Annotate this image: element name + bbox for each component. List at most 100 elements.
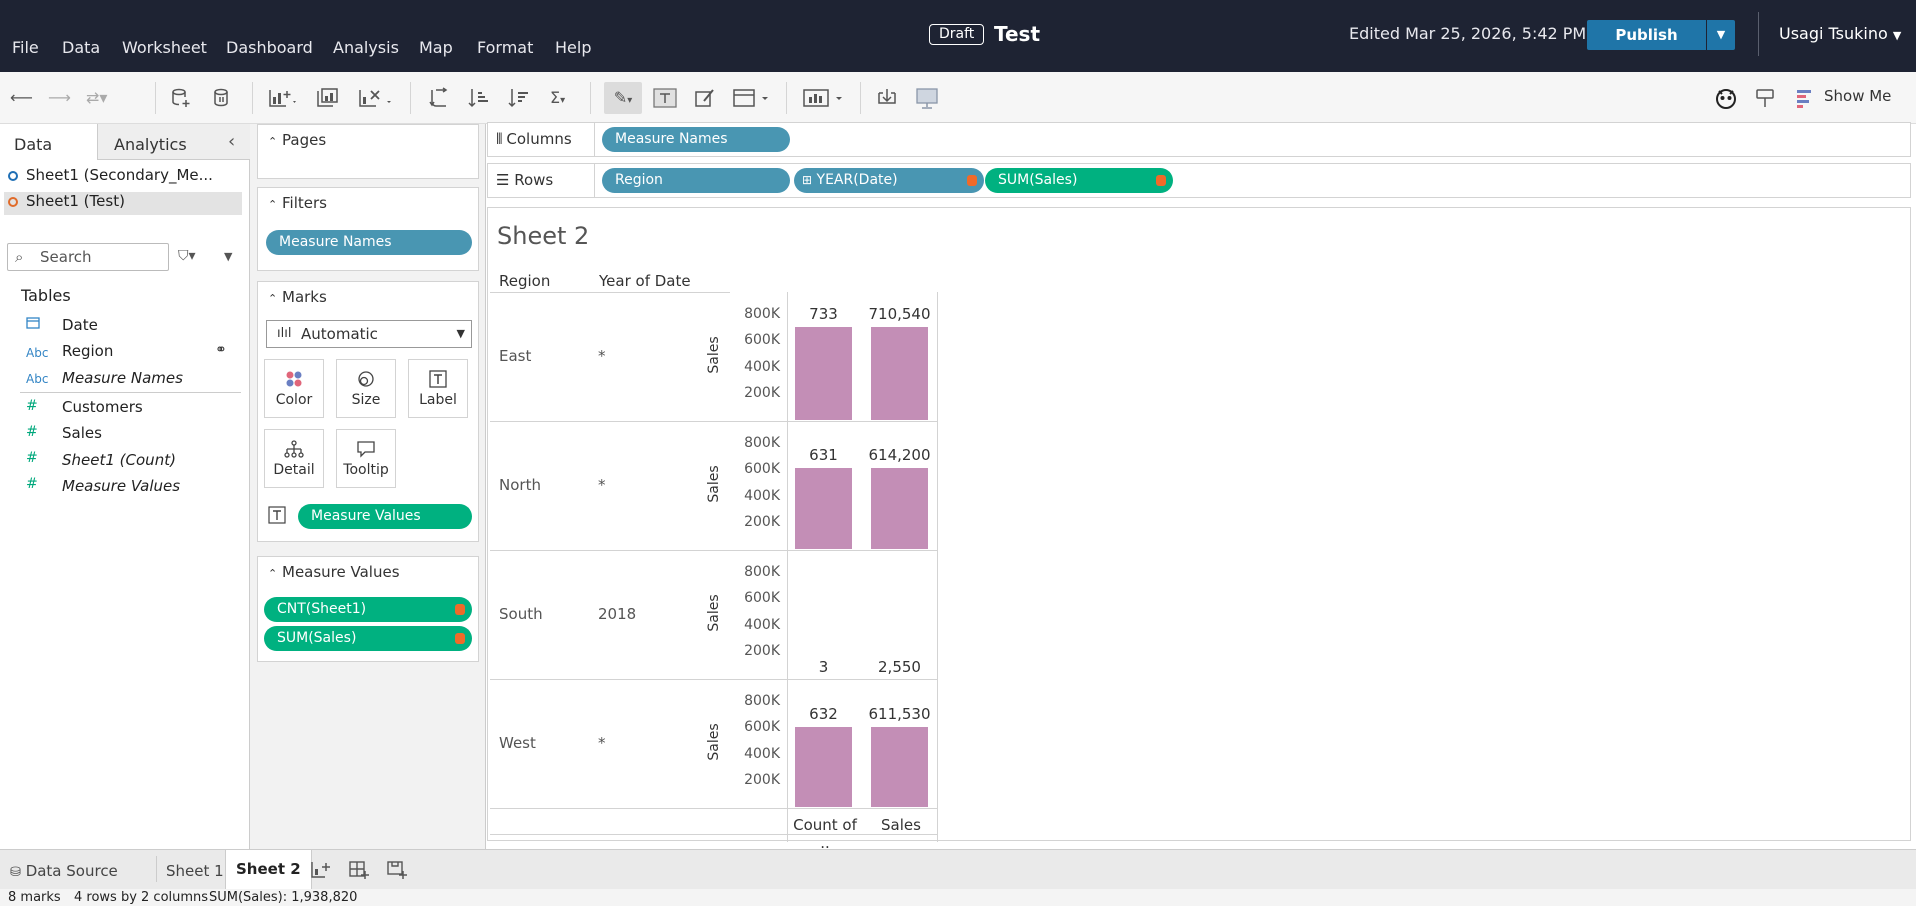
show-cards-icon[interactable] — [802, 87, 848, 109]
new-story-icon[interactable] — [386, 856, 408, 890]
show-me-button[interactable]: Show Me — [1824, 87, 1891, 105]
menu-analysis[interactable]: Analysis — [333, 38, 399, 57]
new-worksheet-icon[interactable] — [310, 856, 332, 890]
divider — [860, 82, 861, 114]
tooltip-button[interactable]: Tooltip — [336, 429, 396, 488]
search-input[interactable]: ⌕ Search — [7, 243, 169, 271]
field-region[interactable]: Region — [62, 342, 113, 360]
tab-analytics[interactable]: Analytics — [114, 130, 187, 160]
redo-icon[interactable]: ⟶ — [48, 87, 71, 109]
header-year-of-date[interactable]: Year of Date — [599, 272, 691, 290]
format-workbook-icon[interactable] — [694, 87, 716, 109]
tab-sheet-1[interactable]: Sheet 1 — [166, 856, 224, 890]
field-date[interactable]: Date — [62, 316, 98, 334]
menu-map[interactable]: Map — [419, 38, 453, 57]
publish-dropdown-button[interactable]: ▼ — [1707, 20, 1735, 50]
replay-icon[interactable]: ⇄▾ — [86, 87, 107, 109]
rows-pill-year-date[interactable]: ⊞ YEAR(Date) — [794, 168, 984, 193]
region-label: West — [499, 733, 536, 752]
region-label: East — [499, 346, 532, 365]
pages-card[interactable]: ⌃ Pages — [257, 124, 479, 179]
rows-pill-sum-sales[interactable]: SUM(Sales) — [985, 168, 1173, 193]
pause-updates-icon[interactable] — [212, 87, 234, 109]
tables-label: Tables — [21, 286, 71, 305]
collapse-icon: ⌃ — [268, 292, 278, 305]
viz-canvas[interactable]: Sheet 2 Region Year of Date East * Sales 80… — [487, 207, 1911, 852]
menu-file[interactable]: File — [12, 38, 39, 57]
mark-type-value: Automatic — [301, 325, 378, 343]
workbook-title[interactable]: Test — [994, 22, 1040, 46]
rows-shelf-label: ☰ Rows — [496, 171, 554, 189]
menu-worksheet[interactable]: Worksheet — [122, 38, 207, 57]
filters-card[interactable]: ⌃ Filters Measure Names — [257, 187, 479, 271]
toolbar: ⟵ ⟶ ⇄▾ Σ▾ ✎▾ Show Me — [0, 72, 1916, 124]
axis-tick: 200K — [744, 642, 780, 659]
menu-dashboard[interactable]: Dashboard — [226, 38, 313, 57]
data-source-test[interactable]: Sheet1 (Test) — [8, 192, 125, 210]
download-icon[interactable] — [876, 87, 898, 109]
show-me-icon[interactable] — [1796, 87, 1814, 109]
field-measure-names[interactable]: Measure Names — [62, 369, 183, 387]
sort-descending-icon[interactable] — [508, 87, 530, 109]
label-button[interactable]: Label — [408, 359, 468, 418]
data-source-tab[interactable]: ⛁ Data Source — [10, 856, 118, 890]
mv-pill-cnt-sheet1[interactable]: CNT(Sheet1) — [264, 597, 472, 622]
rows-shelf[interactable]: ☰ Rows Region ⊞ YEAR(Date) SUM(Sales) — [487, 163, 1911, 198]
status-bar: 8 marks 4 rows by 2 columns SUM(Sales): … — [0, 889, 1916, 906]
status-marks: 8 marks — [8, 890, 61, 905]
totals-icon[interactable]: Σ▾ — [550, 87, 565, 109]
show-mark-labels-icon[interactable] — [652, 87, 678, 109]
menu-help[interactable]: Help — [555, 38, 591, 57]
menu-format[interactable]: Format — [477, 38, 533, 57]
data-source-secondary[interactable]: Sheet1 (Secondary_Me... — [8, 166, 213, 184]
size-button[interactable]: Size — [336, 359, 396, 418]
field-sheet1-count[interactable]: Sheet1 (Count) — [62, 451, 176, 469]
fit-view-icon[interactable] — [732, 87, 772, 109]
columns-shelf[interactable]: ⦀ Columns Measure Names — [487, 122, 1911, 157]
filter-icon[interactable]: ⛉▾ — [178, 248, 196, 264]
bar-mark — [871, 726, 928, 807]
tab-sheet-2[interactable]: Sheet 2 — [225, 850, 312, 890]
sheet-title[interactable]: Sheet 2 — [497, 222, 589, 250]
ask-data-icon[interactable] — [1714, 87, 1738, 109]
field-sales[interactable]: Sales — [62, 424, 102, 442]
region-label: South — [499, 604, 543, 623]
color-button[interactable]: Color — [264, 359, 324, 418]
bar-mark — [795, 468, 852, 549]
undo-icon[interactable]: ⟵ — [10, 87, 33, 109]
new-data-source-icon[interactable] — [170, 87, 192, 109]
field-customers[interactable]: Customers — [62, 398, 143, 416]
sort-ascending-icon[interactable] — [468, 87, 490, 109]
clear-sheet-icon[interactable] — [358, 87, 394, 109]
detail-button[interactable]: Detail — [264, 429, 324, 488]
more-options-icon[interactable]: ▼ — [224, 250, 232, 263]
label-pill-measure-values[interactable]: Measure Values — [298, 504, 472, 529]
filter-pill-measure-names[interactable]: Measure Names — [266, 230, 472, 255]
duplicate-sheet-icon[interactable] — [316, 87, 340, 109]
field-measure-values[interactable]: Measure Values — [62, 477, 180, 495]
new-dashboard-icon[interactable] — [348, 856, 370, 890]
bar-mark — [795, 326, 852, 420]
swap-rows-columns-icon[interactable] — [428, 87, 450, 109]
header-region[interactable]: Region — [499, 272, 550, 290]
presentation-mode-icon[interactable] — [914, 87, 940, 109]
data-label: 710,540 — [868, 304, 931, 323]
marks-card-title: ⌃ Marks — [268, 288, 327, 306]
columns-pill-measure-names[interactable]: Measure Names — [602, 127, 790, 152]
publish-button[interactable]: Publish — [1587, 20, 1706, 50]
date-icon — [26, 316, 40, 332]
axis-tick: 400K — [744, 616, 780, 633]
collapse-pane-icon[interactable]: ‹ — [228, 131, 235, 152]
menu-data[interactable]: Data — [62, 38, 100, 57]
pin-icon[interactable] — [1754, 87, 1776, 109]
tab-data[interactable]: Data — [14, 130, 52, 160]
axis-tick: 200K — [744, 771, 780, 788]
cards-pane: ⌃ Pages ⌃ Filters Measure Names ⌃ Marks … — [250, 124, 486, 849]
highlight-icon[interactable]: ✎▾ — [604, 82, 642, 114]
mv-pill-sum-sales[interactable]: SUM(Sales) — [264, 626, 472, 651]
rows-pill-region[interactable]: Region — [602, 168, 790, 193]
mark-type-select[interactable]: ılıl Automatic ▼ — [266, 320, 472, 348]
user-menu[interactable]: Usagi Tsukino ▼ — [1779, 24, 1901, 43]
data-source-label: Sheet1 (Secondary_Me... — [26, 166, 213, 184]
new-worksheet-icon[interactable] — [268, 87, 298, 109]
